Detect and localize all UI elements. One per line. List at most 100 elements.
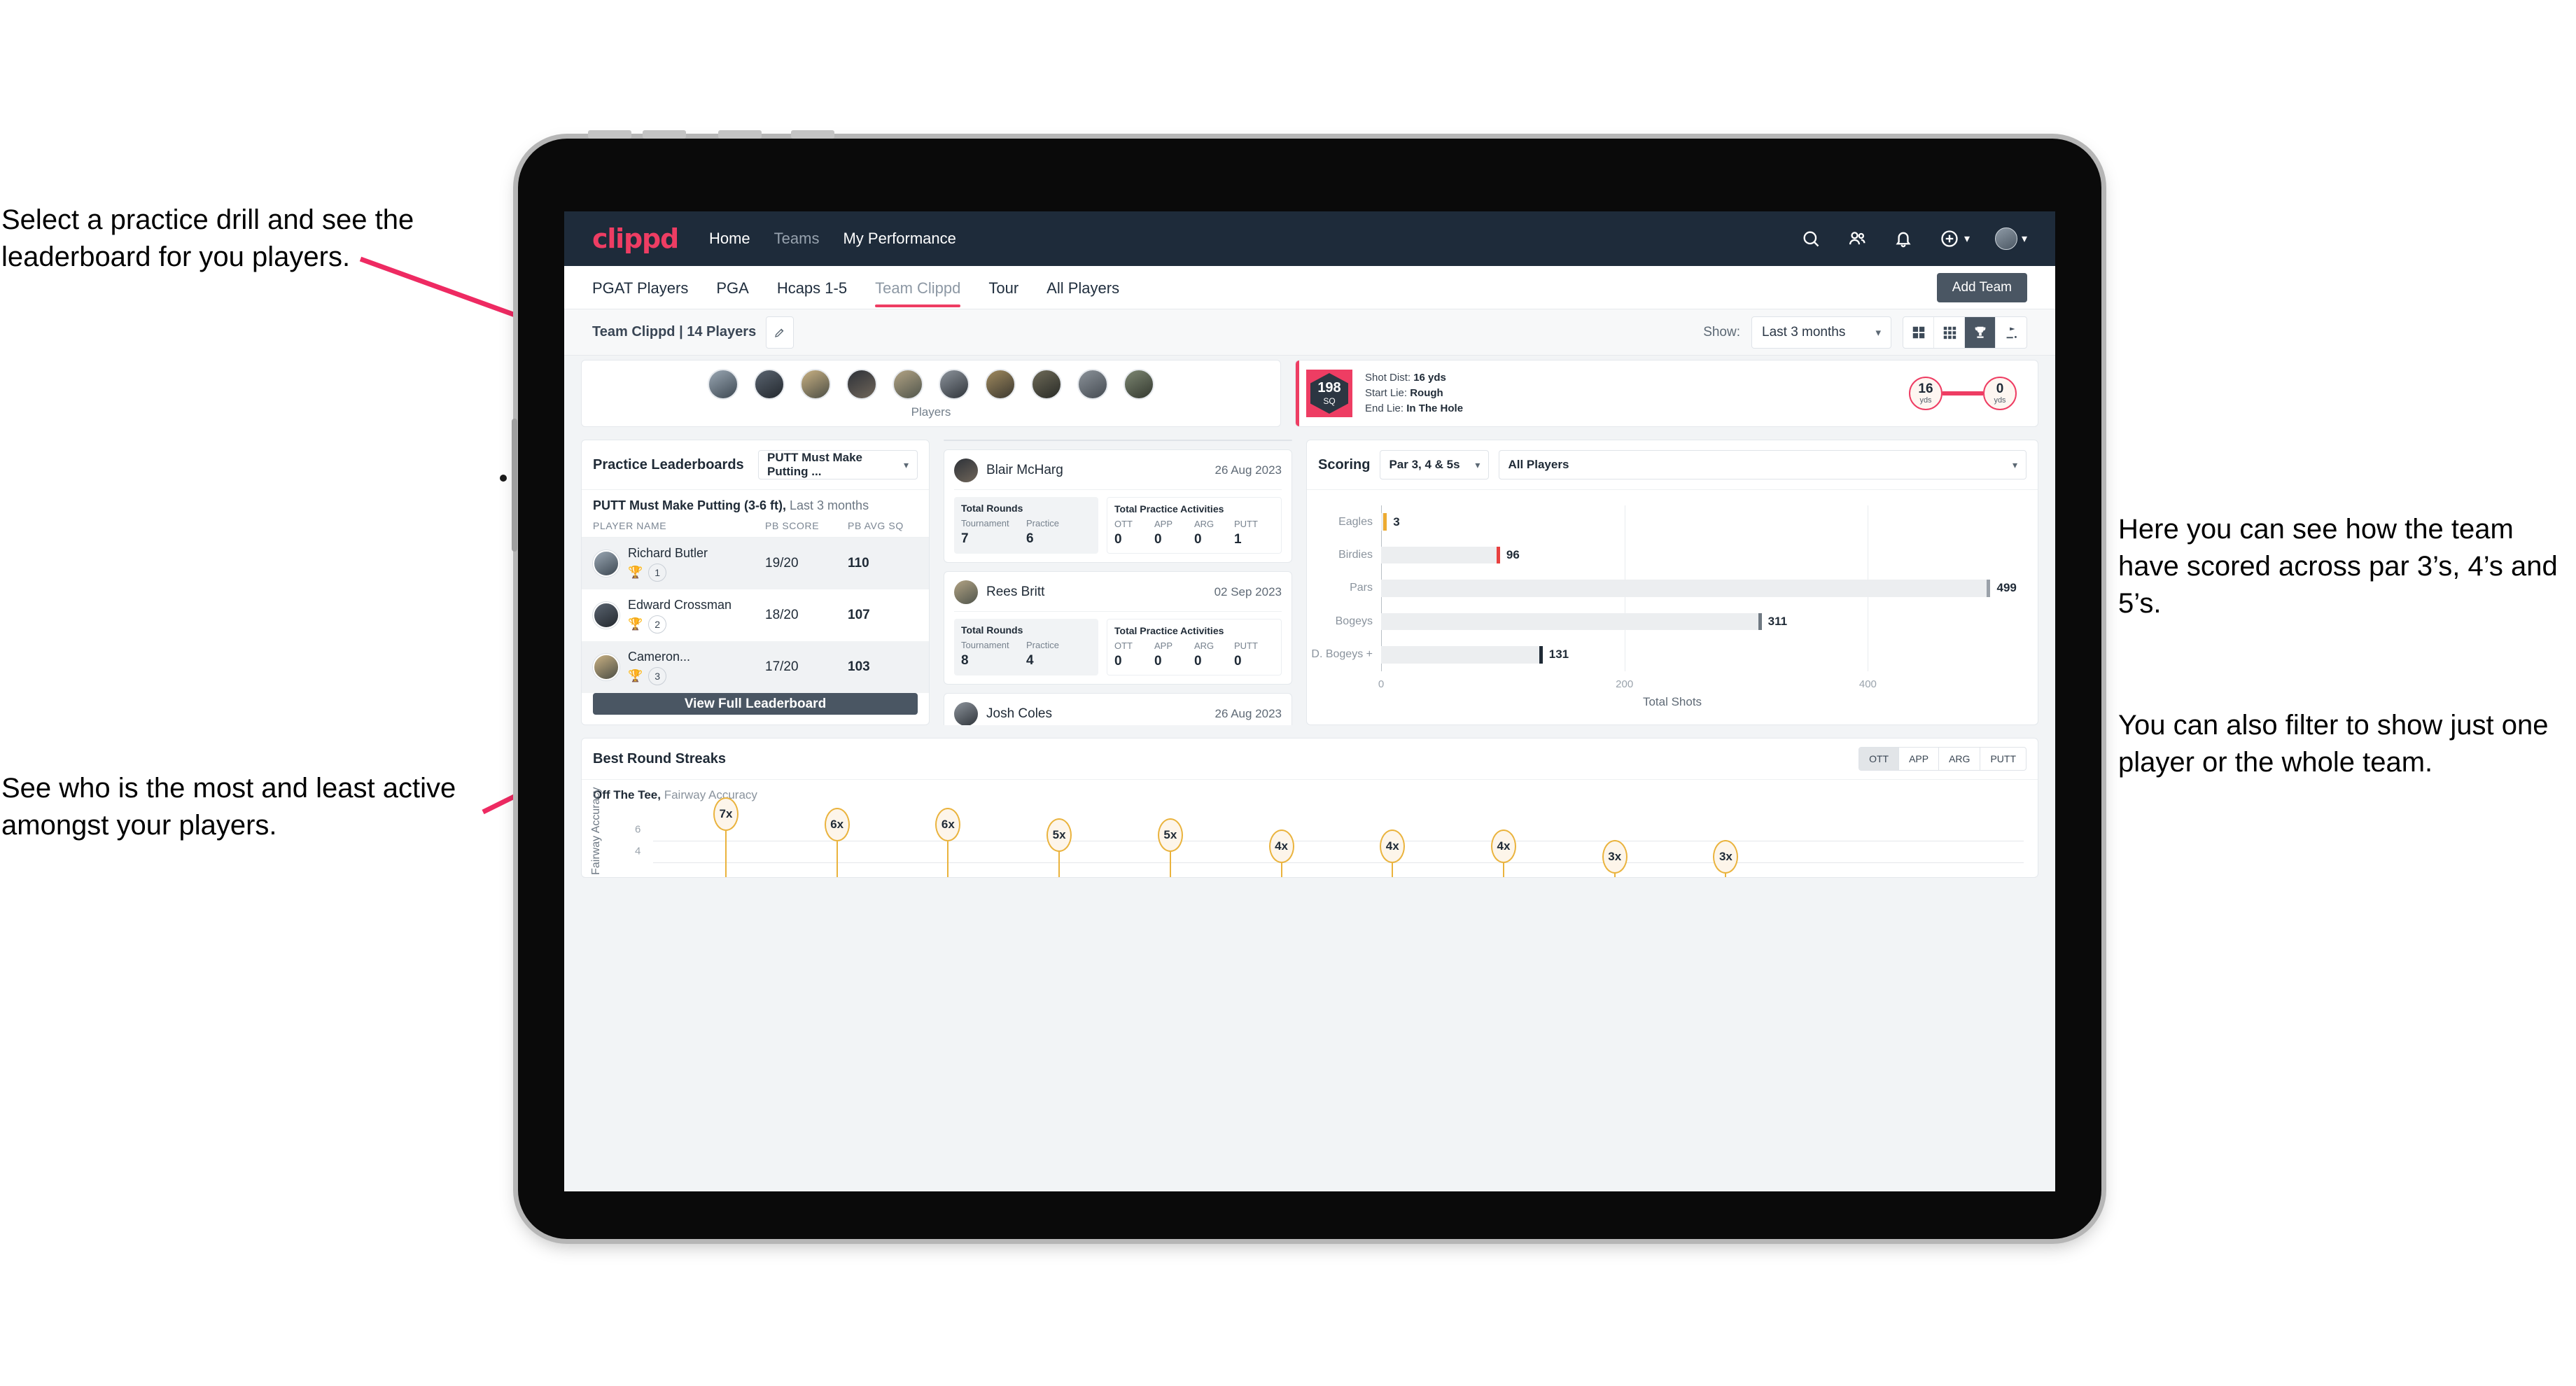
people-icon[interactable]	[1847, 228, 1868, 249]
bar: 311	[1381, 612, 1787, 631]
player-avatar[interactable]	[954, 702, 978, 725]
streak-lollipop: 4x	[1491, 829, 1516, 877]
activity-entry[interactable]: Rees Britt 02 Sep 2023 Total Rounds Tournam…	[944, 571, 1292, 685]
player-avatar[interactable]	[708, 369, 738, 400]
player-avatar[interactable]	[593, 654, 620, 680]
activity-entry[interactable]: Blair McHarg 26 Aug 2023 Total Rounds Tourn…	[944, 449, 1292, 563]
player-avatar[interactable]	[985, 369, 1016, 400]
date-range-select[interactable]: Last 3 months ▾	[1751, 316, 1891, 349]
view-full-leaderboard-button[interactable]: View Full Leaderboard	[593, 693, 918, 715]
nav-link-home[interactable]: Home	[709, 230, 750, 248]
column-pb-avg-sq: PB AVG SQ	[848, 520, 904, 531]
nav-link-teams[interactable]: Teams	[774, 230, 820, 248]
total-rounds-block: Total Rounds Tournament 7 Practice 6	[954, 497, 1098, 554]
scoring-bar-row: Eagles 3	[1338, 505, 2014, 538]
end-distance-value: 0	[1996, 382, 2004, 396]
player-avatar[interactable]	[939, 369, 969, 400]
y-axis-tick: 4	[635, 845, 641, 857]
device-button-c	[718, 130, 762, 139]
leaderboard-row[interactable]: Edward Crossman 🏆 2 18/20 107	[582, 589, 929, 641]
player-avatars	[582, 369, 1280, 400]
view-toggle-grid-3x3[interactable]	[1934, 316, 1965, 348]
clippd-logo[interactable]: clippd	[592, 223, 679, 254]
last-activity-date: 26 Aug 2023	[1214, 463, 1282, 477]
bar-value-label: 311	[1768, 614, 1788, 628]
app-stat: APP 0	[1154, 640, 1194, 669]
pb-avg-sq-value: 110	[848, 556, 869, 570]
streaks-toggle-app[interactable]: APP	[1898, 748, 1938, 770]
app-label: APP	[1154, 519, 1173, 529]
plus-circle-menu[interactable]: ▾	[1939, 228, 1970, 249]
activity-entry[interactable]: Josh Coles26 Aug 2023Total RoundsTournam…	[944, 693, 1292, 725]
bell-icon[interactable]	[1893, 228, 1914, 249]
streak-value-bubble: 5x	[1046, 818, 1072, 853]
putt-value: 0	[1234, 654, 1242, 668]
practice-label: Practice	[1026, 518, 1059, 528]
profile-menu[interactable]: ▾	[1994, 227, 2027, 250]
drill-select[interactable]: PUTT Must Make Putting ... ▾	[758, 450, 918, 479]
start-distance-unit: yds	[1919, 396, 1932, 405]
last-activity-date: 02 Sep 2023	[1214, 585, 1282, 598]
player-avatar[interactable]	[892, 369, 923, 400]
leaderboard-row[interactable]: Cameron... 🏆 3 17/20 103	[582, 641, 929, 693]
streak-value-bubble: 3x	[1713, 839, 1739, 874]
tournament-value: 8	[961, 653, 969, 668]
scoring-title: Scoring	[1318, 456, 1371, 472]
tournament-rounds: Tournament 8	[961, 640, 1026, 668]
add-team-button[interactable]: Add Team	[1936, 273, 2027, 302]
leaderboard-rows: Richard Butler 🏆 1 19/20 110 Edward Crossman 🏆…	[582, 538, 929, 693]
streaks-toggle-arg[interactable]: ARG	[1938, 748, 1980, 770]
pencil-icon	[775, 328, 784, 337]
search-icon[interactable]	[1800, 228, 1821, 249]
annotation-filter: You can also filter to show just one pla…	[2118, 710, 2549, 778]
dashboard-content: Players 198 SQ Shot Dist: 16 yds Start L…	[564, 356, 2055, 1191]
edit-team-button[interactable]	[766, 316, 794, 349]
team-name-label: Team Clippd | 14 Players	[592, 324, 757, 340]
players-filter-select[interactable]: All Players ▾	[1499, 450, 2026, 479]
streaks-y-axis-label: Streak, Fairway Accuracy	[590, 787, 602, 878]
device-side-rail	[512, 419, 517, 552]
plus-circle-icon[interactable]	[1939, 228, 1960, 249]
player-avatar[interactable]	[846, 369, 877, 400]
player-avatar[interactable]	[1124, 369, 1154, 400]
arg-value: 0	[1194, 532, 1202, 547]
tab-all-players[interactable]: All Players	[1046, 268, 1119, 307]
streaks-toggle-ott[interactable]: OTT	[1859, 748, 1899, 770]
tab-team-clippd[interactable]: Team Clippd	[875, 268, 961, 307]
player-avatar[interactable]	[954, 580, 978, 604]
putt-stat: PUTT 0	[1234, 640, 1274, 669]
featured-shot-card: 198 SQ Shot Dist: 16 yds Start Lie: Roug…	[1295, 360, 2038, 427]
player-avatar[interactable]	[954, 458, 978, 482]
player-name: Josh Coles	[986, 706, 1052, 721]
view-toggle-trophy[interactable]	[1965, 316, 1996, 348]
bar-end-cap	[1496, 546, 1500, 564]
player-avatar[interactable]	[1031, 369, 1062, 400]
avatar[interactable]	[1994, 227, 2017, 250]
bar-value-label: 96	[1506, 548, 1520, 562]
practice-rounds: Practice 6	[1026, 518, 1091, 547]
player-avatar[interactable]	[593, 550, 620, 577]
device-button-b	[643, 130, 686, 139]
player-avatar[interactable]	[593, 602, 620, 629]
tournament-label: Tournament	[961, 640, 1009, 650]
nav-link-my-performance[interactable]: My Performance	[843, 230, 955, 248]
player-badges: 🏆 3	[628, 666, 765, 685]
activity-entry-header: Josh Coles 26 Aug 2023	[954, 702, 1282, 725]
player-avatar[interactable]	[1077, 369, 1108, 400]
pb-score-value: 17/20	[765, 659, 799, 674]
view-toggle-golf-flag[interactable]	[1996, 317, 2026, 348]
tab-tour[interactable]: Tour	[988, 268, 1018, 307]
par-filter-select[interactable]: Par 3, 4 & 5s ▾	[1380, 450, 1490, 479]
tab-pgat-players[interactable]: PGAT Players	[592, 268, 688, 307]
ott-value: 0	[1114, 532, 1122, 547]
player-avatar[interactable]	[800, 369, 831, 400]
tab-hcaps-1-5[interactable]: Hcaps 1-5	[777, 268, 847, 307]
streaks-toggle-putt[interactable]: PUTT	[1980, 748, 2026, 770]
leaderboard-row[interactable]: Richard Butler 🏆 1 19/20 110	[582, 538, 929, 589]
view-toggle-grid-2x2[interactable]	[1903, 316, 1934, 348]
tab-pga[interactable]: PGA	[716, 268, 748, 307]
player-avatar[interactable]	[754, 369, 785, 400]
chevron-down-icon: ▾	[2021, 233, 2027, 245]
ott-stat: OTT 0	[1114, 640, 1154, 669]
par-filter-value: Par 3, 4 & 5s	[1389, 458, 1460, 471]
